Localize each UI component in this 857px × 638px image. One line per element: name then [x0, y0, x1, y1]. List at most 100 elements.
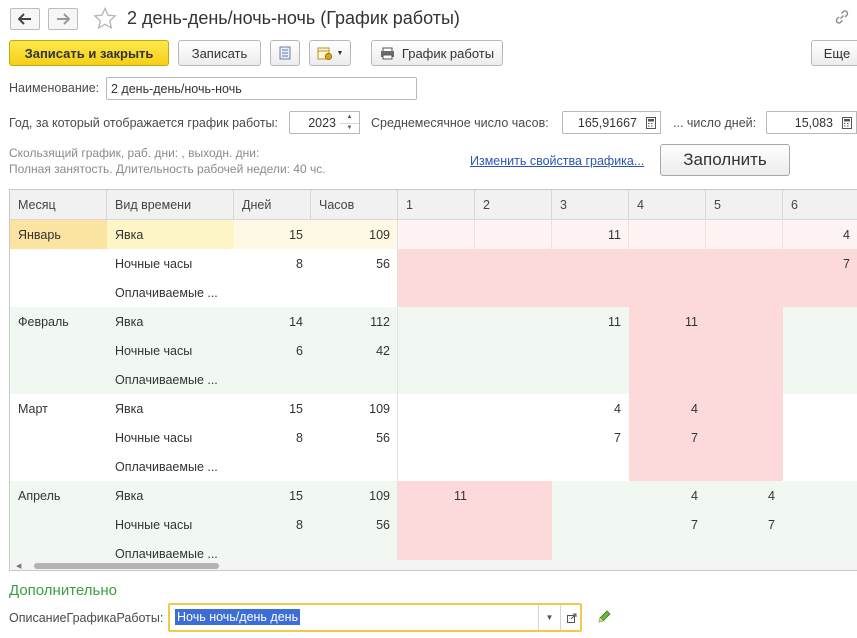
year-stepper[interactable]: ▲ ▼	[340, 111, 360, 134]
cell-hours[interactable]: 56	[311, 510, 398, 539]
star-icon[interactable]	[93, 7, 117, 30]
cell-day-4[interactable]: 4	[629, 394, 706, 423]
cell-day-1[interactable]: 11	[398, 481, 475, 510]
change-properties-link[interactable]: Изменить свойства графика...	[470, 154, 644, 168]
cell-days[interactable]: 15	[234, 481, 311, 510]
cell-day-2[interactable]	[475, 365, 552, 394]
cell-time-type[interactable]: Ночные часы	[107, 510, 234, 539]
cell-day-6[interactable]	[783, 336, 857, 365]
header-days[interactable]: Дней	[234, 190, 311, 220]
cell-month[interactable]	[10, 249, 107, 278]
cell-day-4[interactable]: 7	[629, 423, 706, 452]
cell-day-2[interactable]	[475, 394, 552, 423]
calendar-settings-button[interactable]: ▼	[309, 40, 351, 66]
cell-time-type[interactable]: Ночные часы	[107, 423, 234, 452]
cell-month[interactable]	[10, 278, 107, 307]
days-field[interactable]: 15,083	[766, 111, 838, 134]
cell-hours[interactable]: 42	[311, 336, 398, 365]
avg-hours-field[interactable]: 165,91667	[562, 111, 642, 134]
cell-time-type[interactable]: Оплачиваемые ...	[107, 278, 234, 307]
cell-day-5[interactable]	[706, 365, 783, 394]
dropdown-arrow-icon[interactable]: ▼	[538, 605, 560, 630]
list-button[interactable]	[270, 40, 300, 66]
cell-days[interactable]: 15	[234, 394, 311, 423]
cell-time-type[interactable]: Оплачиваемые ...	[107, 365, 234, 394]
cell-day-1[interactable]	[398, 336, 475, 365]
cell-hours[interactable]	[311, 452, 398, 481]
cell-day-3[interactable]	[552, 278, 629, 307]
cell-day-2[interactable]	[475, 423, 552, 452]
description-field[interactable]: Ночь ночь/день день ▼	[168, 603, 582, 632]
cell-day-3[interactable]	[552, 510, 629, 539]
cell-hours[interactable]: 109	[311, 481, 398, 510]
cell-hours[interactable]	[311, 365, 398, 394]
cell-day-3[interactable]	[552, 365, 629, 394]
cell-day-5[interactable]	[706, 394, 783, 423]
cell-time-type[interactable]: Явка	[107, 220, 234, 249]
cell-time-type[interactable]: Явка	[107, 307, 234, 336]
cell-month[interactable]	[10, 510, 107, 539]
cell-day-2[interactable]	[475, 452, 552, 481]
cell-day-1[interactable]	[398, 278, 475, 307]
more-button[interactable]: Еще	[811, 40, 857, 66]
cell-hours[interactable]: 109	[311, 220, 398, 249]
cell-day-2[interactable]	[475, 278, 552, 307]
cell-day-4[interactable]	[629, 365, 706, 394]
cell-time-type[interactable]: Ночные часы	[107, 249, 234, 278]
cell-day-5[interactable]: 7	[706, 510, 783, 539]
year-field[interactable]: 2023	[289, 111, 341, 134]
cell-day-5[interactable]	[706, 220, 783, 249]
cell-day-2[interactable]	[475, 307, 552, 336]
cell-day-5[interactable]	[706, 307, 783, 336]
back-button[interactable]	[10, 8, 40, 30]
cell-days[interactable]: 6	[234, 336, 311, 365]
cell-day-1[interactable]	[398, 249, 475, 278]
cell-day-1[interactable]	[398, 510, 475, 539]
cell-month[interactable]: Февраль	[10, 307, 107, 336]
fill-button[interactable]: Заполнить	[660, 144, 790, 176]
cell-day-1[interactable]	[398, 365, 475, 394]
cell-day-4[interactable]	[629, 452, 706, 481]
cell-days[interactable]: 8	[234, 423, 311, 452]
cell-day-5[interactable]	[706, 336, 783, 365]
name-field[interactable]: 2 день-день/ночь-ночь	[106, 77, 417, 100]
cell-hours[interactable]: 56	[311, 423, 398, 452]
cell-days[interactable]: 15	[234, 220, 311, 249]
cell-day-3[interactable]	[552, 452, 629, 481]
cell-day-4[interactable]	[629, 336, 706, 365]
cell-day-2[interactable]	[475, 510, 552, 539]
header-day-5[interactable]: 5	[706, 190, 783, 220]
cell-day-1[interactable]	[398, 394, 475, 423]
schedule-table[interactable]: Месяц Вид времени Дней Часов 1 2 3 4 5 6…	[9, 189, 857, 571]
cell-hours[interactable]: 112	[311, 307, 398, 336]
header-time-type[interactable]: Вид времени	[107, 190, 234, 220]
header-month[interactable]: Месяц	[10, 190, 107, 220]
cell-day-1[interactable]	[398, 220, 475, 249]
cell-day-3[interactable]: 11	[552, 220, 629, 249]
cell-hours[interactable]	[311, 278, 398, 307]
cell-time-type[interactable]: Ночные часы	[107, 336, 234, 365]
header-hours[interactable]: Часов	[311, 190, 398, 220]
header-day-1[interactable]: 1	[398, 190, 475, 220]
cell-day-2[interactable]	[475, 220, 552, 249]
section-additional[interactable]: Дополнительно	[9, 582, 117, 599]
cell-day-6[interactable]: 4	[783, 220, 857, 249]
cell-month[interactable]: Апрель	[10, 481, 107, 510]
cell-time-type[interactable]: Явка	[107, 394, 234, 423]
cell-days[interactable]	[234, 278, 311, 307]
cell-day-5[interactable]	[706, 249, 783, 278]
cell-day-1[interactable]	[398, 452, 475, 481]
cell-month[interactable]: Январь	[10, 220, 107, 249]
avg-hours-calc-button[interactable]	[641, 111, 661, 134]
cell-day-4[interactable]	[629, 278, 706, 307]
days-calc-button[interactable]	[837, 111, 857, 134]
cell-day-5[interactable]	[706, 452, 783, 481]
cell-day-3[interactable]: 7	[552, 423, 629, 452]
cell-day-5[interactable]	[706, 278, 783, 307]
cell-month[interactable]	[10, 423, 107, 452]
cell-day-4[interactable]: 4	[629, 481, 706, 510]
cell-time-type[interactable]: Оплачиваемые ...	[107, 452, 234, 481]
cell-day-3[interactable]	[552, 336, 629, 365]
cell-day-2[interactable]	[475, 249, 552, 278]
pencil-icon[interactable]	[596, 609, 612, 625]
